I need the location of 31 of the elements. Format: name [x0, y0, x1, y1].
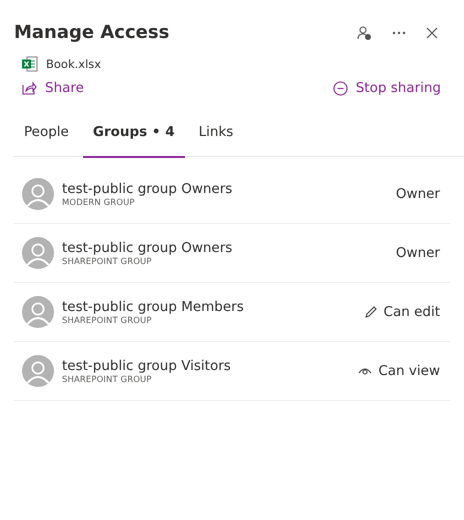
group-name: test-public group Owners — [62, 240, 234, 256]
stop-sharing-button[interactable]: Stop sharing — [332, 80, 441, 96]
file-name: Book.xlsx — [46, 57, 102, 71]
spreadsheet-icon — [22, 56, 38, 72]
tab[interactable]: Links — [188, 118, 244, 158]
more-icon[interactable] — [392, 30, 406, 34]
group-type: SHAREPOINT GROUP — [62, 316, 153, 326]
group-type: MODERN GROUP — [62, 198, 136, 208]
pencil-icon — [364, 305, 378, 319]
avatar-icon — [22, 296, 54, 328]
minus-circle-icon — [332, 80, 348, 96]
permission-button[interactable]: Can edit — [364, 304, 440, 320]
tab[interactable]: People — [14, 118, 79, 158]
avatar-icon — [22, 237, 54, 269]
avatar-icon — [22, 355, 54, 387]
group-type: SHAREPOINT GROUP — [62, 256, 153, 266]
permission-button[interactable]: Owner — [396, 245, 440, 261]
person-settings-icon[interactable] — [356, 24, 372, 40]
group-type: SHAREPOINT GROUP — [62, 374, 153, 384]
group-name: test-public group Owners — [62, 180, 234, 196]
close-icon[interactable] — [426, 26, 438, 38]
permission-button[interactable]: Can view — [358, 363, 440, 379]
group-name: test-public group Members — [62, 298, 245, 314]
tab[interactable]: Groups • 4 — [82, 118, 185, 158]
group-name: test-public group Visitors — [62, 358, 232, 374]
avatar-icon — [22, 178, 54, 210]
permission-button[interactable]: Owner — [396, 186, 440, 202]
share-button[interactable]: Share — [22, 80, 84, 96]
share-icon — [22, 81, 37, 95]
eye-icon — [358, 366, 372, 376]
panel-title: Manage Access — [14, 22, 170, 43]
